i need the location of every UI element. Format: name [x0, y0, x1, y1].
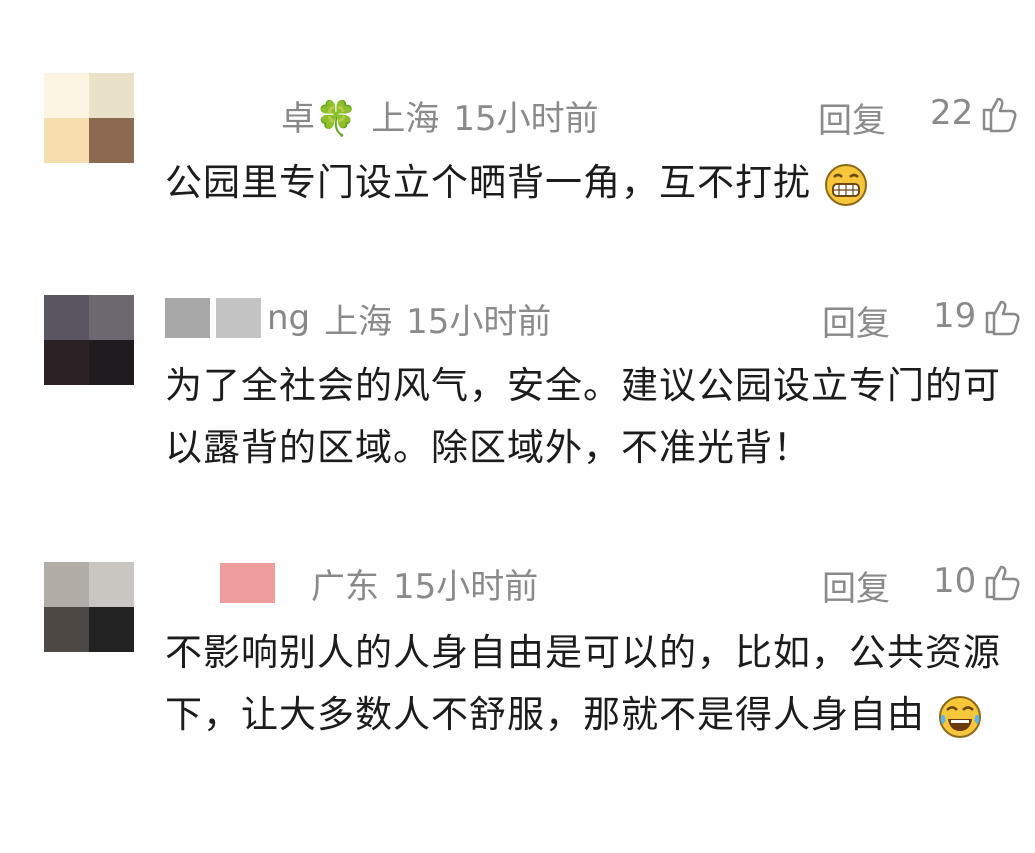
avatar[interactable] — [44, 562, 134, 652]
location: 广东 — [311, 566, 379, 607]
username-blurred[interactable] — [220, 563, 275, 603]
username-tail[interactable]: 卓🍀 — [281, 91, 357, 140]
comment-text: 不影响别人的人身自由是可以的，比如，公共资源下，让大多数人不舒服，那就不是得人身… — [165, 622, 1025, 746]
comment-text: 公园里专门设立个晒背一角，互不打扰 — [165, 152, 1025, 214]
reply-button[interactable]: 回复 — [818, 93, 886, 142]
comment-meta: 广东 15小时前 — [165, 561, 552, 607]
comment-meta: 卓🍀 上海 15小时前 — [165, 91, 613, 140]
tears-of-joy-emoji-icon — [938, 695, 981, 738]
username-tail[interactable]: ng — [267, 298, 310, 338]
like-count: 10 — [933, 561, 977, 601]
thumbs-up-icon — [983, 97, 1017, 133]
like-count: 22 — [930, 93, 974, 133]
timestamp: 15小时前 — [393, 566, 539, 607]
thumbs-up-icon — [986, 565, 1020, 601]
like-button[interactable]: 19 — [933, 296, 1022, 336]
timestamp: 15小时前 — [406, 301, 552, 342]
like-button[interactable]: 22 — [930, 93, 1019, 133]
reply-button[interactable]: 回复 — [822, 561, 890, 610]
username-blurred[interactable] — [165, 95, 275, 135]
username-blurred[interactable] — [165, 298, 210, 338]
location: 上海 — [371, 98, 440, 139]
comment-meta: ng 上海 15小时前 — [165, 296, 565, 342]
like-button[interactable]: 10 — [933, 561, 1022, 601]
avatar[interactable] — [44, 295, 134, 385]
comment-text: 为了全社会的风气，安全。建议公园设立专门的可以露背的区域。除区域外，不准光背！ — [165, 364, 1001, 469]
like-count: 19 — [933, 296, 977, 336]
avatar[interactable] — [44, 73, 134, 163]
location: 上海 — [324, 301, 393, 342]
thumbs-up-icon — [986, 300, 1020, 336]
grin-emoji-icon — [824, 163, 867, 206]
username-blurred[interactable] — [216, 298, 261, 338]
reply-button[interactable]: 回复 — [822, 296, 890, 345]
timestamp: 15小时前 — [453, 98, 599, 139]
